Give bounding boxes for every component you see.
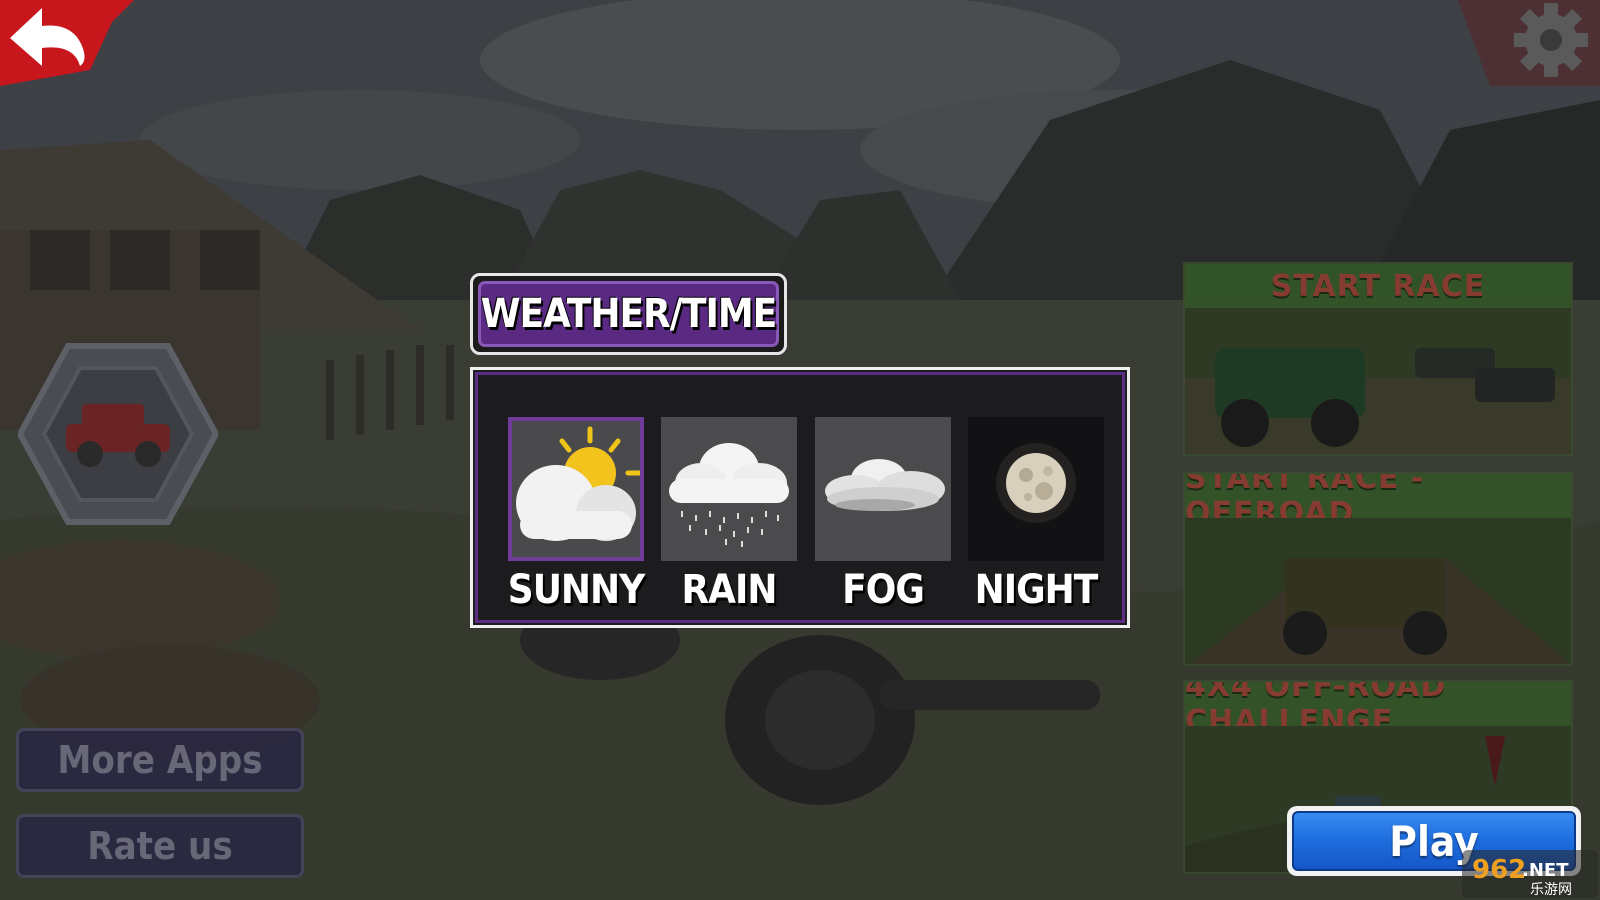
back-arrow-icon [0, 0, 134, 86]
settings-button[interactable] [1450, 0, 1600, 86]
weather-option-label: SUNNY [507, 567, 645, 613]
more-apps-button[interactable]: More Apps [16, 728, 304, 792]
sun-cloud-icon [516, 426, 640, 541]
weather-option-label: FOG [842, 567, 925, 613]
weather-option-rain[interactable]: RAIN [661, 417, 797, 617]
svg-text:962: 962 [1472, 855, 1526, 885]
more-apps-label: More Apps [57, 738, 263, 782]
mode-card-title: 4X4 OFF-ROAD CHALLENGE [1185, 682, 1571, 739]
moon-icon [968, 417, 1104, 561]
vehicle-select-badge[interactable] [16, 342, 220, 527]
weather-dialog-title: WEATHER/TIME [480, 291, 777, 337]
rate-us-label: Rate us [87, 824, 233, 868]
mode-card-title: START RACE [1185, 264, 1571, 308]
mode-card-thumbnail [1185, 518, 1571, 664]
mode-card-offroad[interactable]: START RACE - OFFROAD [1183, 472, 1573, 666]
svg-text:.NET: .NET [1522, 860, 1569, 881]
weather-dialog-header: WEATHER/TIME [470, 273, 787, 355]
back-button[interactable] [0, 0, 140, 86]
weather-option-fog[interactable]: FOG [815, 417, 951, 617]
jeep-icon [16, 343, 220, 525]
svg-text:乐游网: 乐游网 [1530, 882, 1572, 898]
weather-option-night[interactable]: NIGHT [968, 417, 1104, 617]
rate-us-button[interactable]: Rate us [16, 814, 304, 878]
watermark-logo: 962 .NET 乐游网 [1462, 850, 1598, 898]
weather-option-sunny[interactable]: SUNNY [508, 417, 645, 617]
mode-card-thumbnail [1185, 308, 1571, 454]
weather-option-label: NIGHT [974, 567, 1099, 613]
mode-card-start-race[interactable]: START RACE [1183, 262, 1573, 456]
weather-option-label: RAIN [681, 567, 777, 613]
mode-card-title: START RACE - OFFROAD [1185, 474, 1571, 531]
fog-cloud-icon [825, 459, 945, 511]
gear-icon [1458, 0, 1600, 86]
weather-dialog-panel: SUNNY RAIN FOG NIGHT [470, 367, 1130, 628]
rain-cloud-icon [669, 443, 789, 547]
